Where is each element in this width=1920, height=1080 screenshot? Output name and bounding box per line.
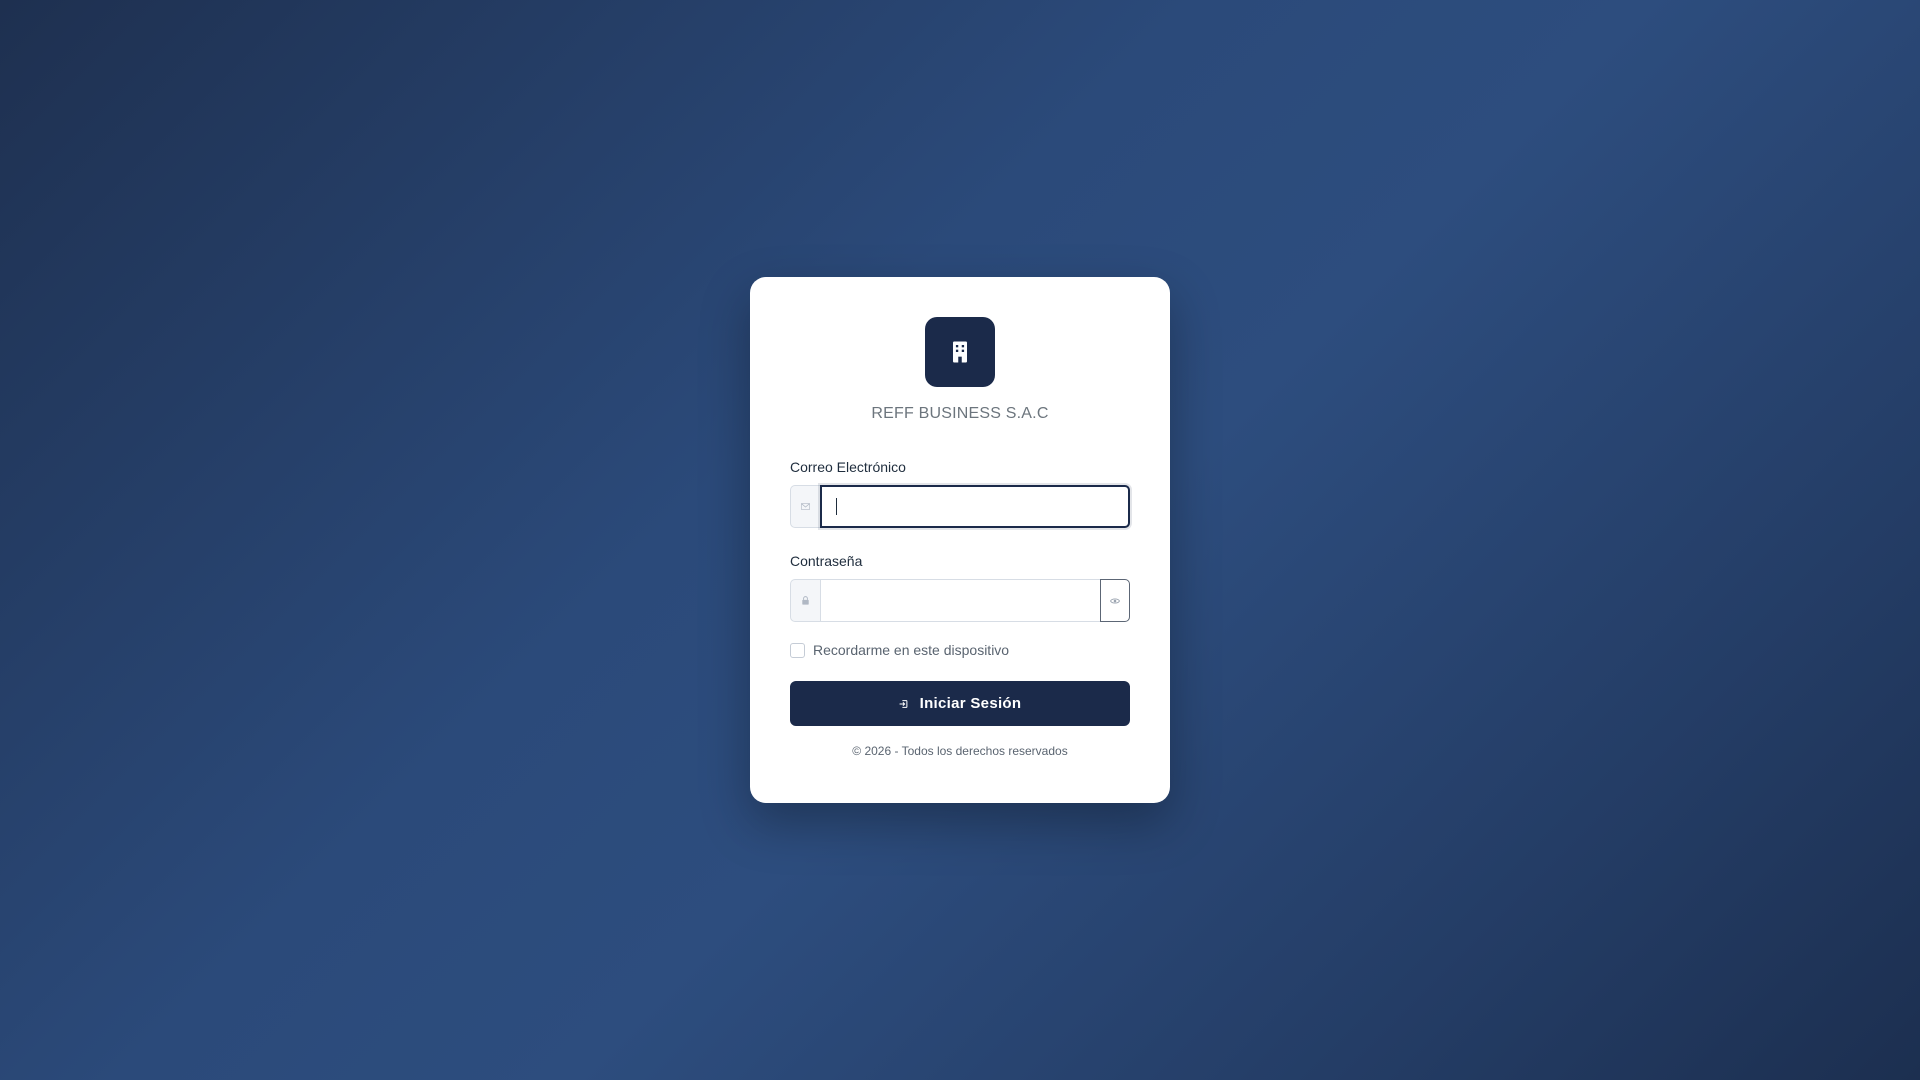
remember-label[interactable]: Recordarme en este dispositivo [813, 642, 1009, 658]
text-caret [836, 498, 837, 515]
toggle-password-button[interactable] [1100, 579, 1130, 622]
remember-row: Recordarme en este dispositivo [790, 642, 1130, 658]
envelope-icon [801, 503, 810, 510]
email-field[interactable] [820, 485, 1130, 528]
company-name: REFF BUSINESS S.A.C [871, 405, 1049, 422]
building-icon [953, 341, 967, 363]
eye-icon [1110, 598, 1120, 603]
email-label: Correo Electrónico [790, 459, 906, 475]
login-button-label: Iniciar Sesión [919, 695, 1022, 712]
password-field[interactable] [820, 579, 1100, 622]
password-input-group [790, 579, 1130, 622]
password-label: Contraseña [790, 553, 863, 569]
remember-checkbox[interactable] [790, 642, 805, 658]
email-addon [790, 485, 820, 528]
lock-icon [802, 596, 809, 605]
login-button[interactable]: Iniciar Sesión [790, 681, 1130, 726]
password-addon [790, 579, 820, 622]
login-card: REFF BUSINESS S.A.C Correo Electrónico C… [750, 277, 1170, 803]
sign-in-icon [899, 699, 908, 708]
company-logo [925, 317, 995, 387]
email-input-group [790, 485, 1130, 528]
copyright-footer: © 2026 - Todos los derechos reservados [852, 744, 1068, 758]
